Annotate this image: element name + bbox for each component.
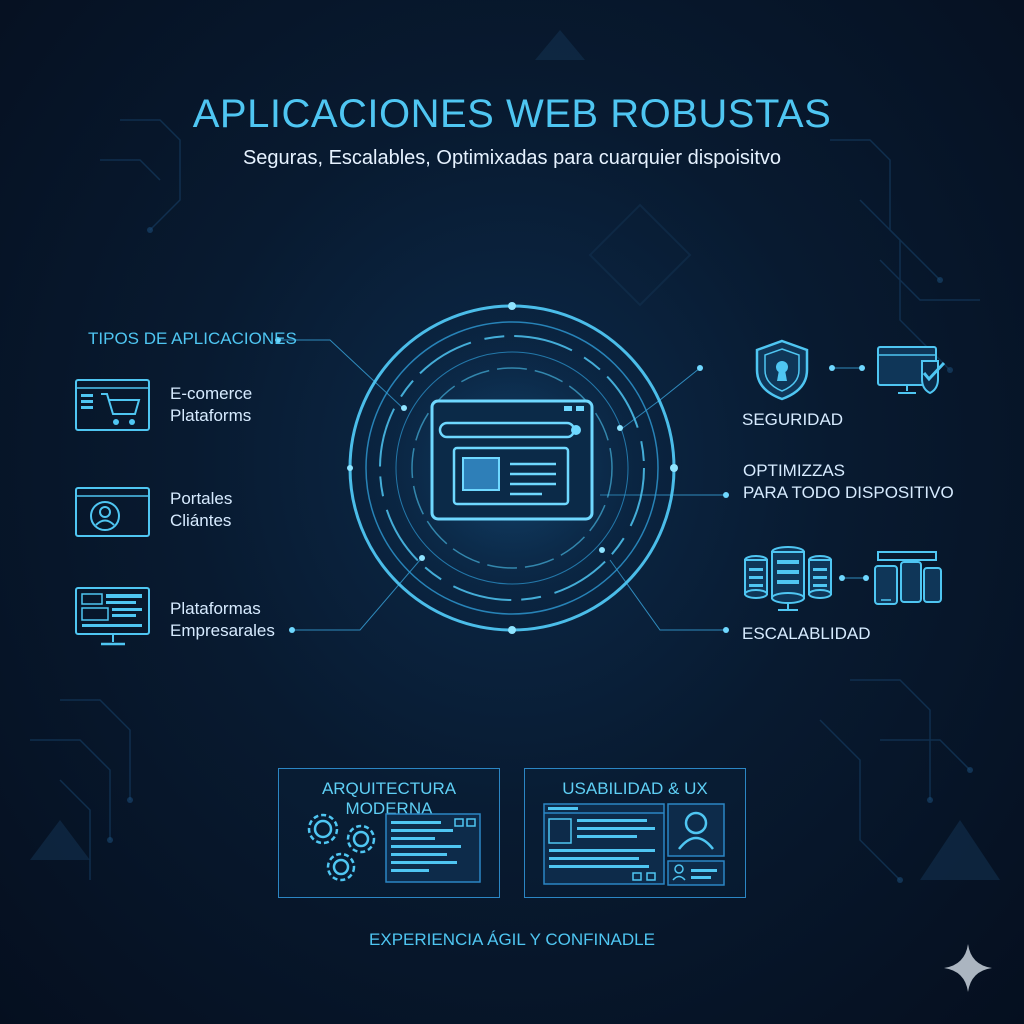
- footer-tagline: EXPERIENCIA ÁGIL Y CONFINADLE: [369, 930, 655, 949]
- app-type-3-label: Plataformas Empresarales: [170, 599, 275, 640]
- app-type-2-label: Portales Cliántes: [170, 489, 233, 530]
- left-panel-heading: TIPOS DE APLICACIONES: [88, 329, 297, 348]
- dashboard-monitor-icon: [75, 587, 150, 646]
- devices-icon: [874, 551, 942, 605]
- sparkle-icon: [944, 944, 992, 992]
- user-profile-icon: [75, 487, 150, 537]
- shopping-cart-icon: [75, 379, 150, 431]
- monitor-check-icon: [877, 346, 946, 395]
- card-usability-ux: USABILIDAD & UX: [524, 768, 746, 898]
- optimization-label: OPTIMIZZAS PARA TODO DISPOSITIVO: [743, 461, 954, 502]
- scalability-label: ESCALABLIDAD: [742, 624, 871, 643]
- gears-icon: [307, 813, 376, 882]
- security-label: SEGURIDAD: [742, 410, 844, 429]
- page-title: APLICACIONES WEB ROBUSTAS: [192, 92, 832, 136]
- browser-window-icon: [430, 399, 594, 521]
- central-hub: [337, 293, 687, 643]
- page-subtitle: Seguras, Escalables, Optimixadas para cu…: [242, 147, 782, 169]
- app-type-1-label: E-comerce Plataforms: [170, 384, 253, 425]
- card-modern-architecture: ARQUITECTURA MODERNA: [278, 768, 500, 898]
- code-panel-icon: [385, 813, 481, 883]
- card-usability-ux-title: USABILIDAD & UX: [562, 779, 708, 798]
- shield-lock-icon: [755, 339, 809, 401]
- server-stack-icon: [744, 546, 832, 611]
- user-avatar-icon: [667, 803, 725, 886]
- ui-mockup-icon: [543, 803, 665, 885]
